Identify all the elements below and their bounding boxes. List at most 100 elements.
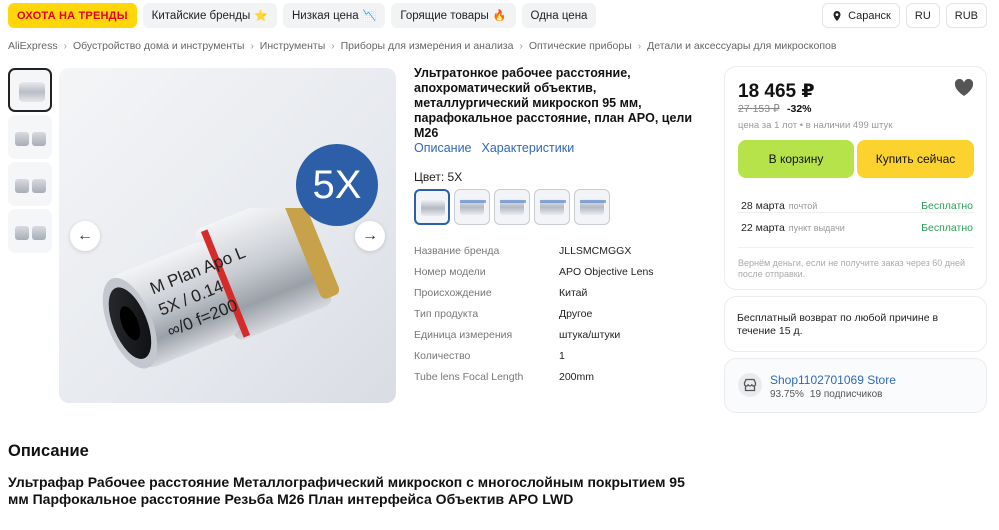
breadcrumb: AliExpress › Обустройство дома и инструме… bbox=[8, 40, 836, 52]
delivery-method: пункт выдачи bbox=[788, 223, 845, 233]
breadcrumb-item[interactable]: AliExpress bbox=[8, 40, 58, 52]
old-price: 27 153 ₽ bbox=[738, 103, 780, 115]
add-to-cart-button[interactable]: В корзину bbox=[738, 140, 854, 178]
divider bbox=[738, 212, 974, 213]
main-product-image[interactable]: M Plan Apo L 5X / 0.14 ∞/0 f=200 5X ← → bbox=[59, 68, 396, 403]
delivery-row: 22 марта пункт выдачи Бесплатно bbox=[741, 222, 973, 234]
heart-icon[interactable] bbox=[954, 79, 974, 97]
spec-row: Количество 1 bbox=[414, 345, 654, 366]
city-label: Саранск bbox=[848, 9, 891, 22]
color-swatch[interactable] bbox=[454, 189, 490, 225]
magnification-badge: 5X bbox=[296, 144, 378, 226]
promo-trends[interactable]: ОХОТА НА ТРЕНДЫ bbox=[8, 3, 137, 28]
spec-key: Tube lens Focal Length bbox=[414, 370, 524, 383]
delivery-method: почтой bbox=[788, 201, 818, 211]
breadcrumb-item[interactable]: Детали и аксессуары для микроскопов bbox=[647, 40, 836, 52]
specs-link[interactable]: Характеристики bbox=[482, 141, 575, 155]
store-icon bbox=[738, 373, 762, 397]
arrow-left-icon[interactable]: ← bbox=[70, 221, 100, 251]
spec-row: Происхождение Китай bbox=[414, 282, 654, 303]
spec-row: Тип продукта Другое bbox=[414, 303, 654, 324]
chevron-right-icon: › bbox=[250, 40, 254, 52]
breadcrumb-item[interactable]: Приборы для измерения и анализа bbox=[341, 40, 514, 52]
color-label: Цвет: 5X bbox=[414, 170, 463, 184]
store-stats: 93.75% 19 подписчиков bbox=[770, 389, 882, 400]
breadcrumb-item[interactable]: Инструменты bbox=[260, 40, 325, 52]
spec-key: Количество bbox=[414, 349, 471, 362]
refund-note: Вернём деньги, если не получите заказ че… bbox=[738, 258, 966, 279]
arrow-right-icon[interactable]: → bbox=[355, 221, 385, 251]
store-rating: 93.75% bbox=[770, 389, 804, 400]
chevron-right-icon: › bbox=[331, 40, 335, 52]
delivery-row: 28 марта почтой Бесплатно bbox=[741, 200, 973, 212]
description-heading: Описание bbox=[8, 442, 89, 460]
spec-row: Tube lens Focal Length 200mm bbox=[414, 366, 654, 387]
spec-row: Номер модели APO Objective Lens bbox=[414, 261, 654, 282]
spec-row: Единица измерения штука/штуки bbox=[414, 324, 654, 345]
promo-hot-items[interactable]: Горящие товары 🔥 bbox=[391, 3, 516, 28]
objective-lens-image: M Plan Apo L 5X / 0.14 ∞/0 f=200 bbox=[102, 208, 339, 369]
chevron-right-icon: › bbox=[63, 40, 67, 52]
spec-value: Другое bbox=[559, 307, 593, 320]
return-policy-card: Бесплатный возврат по любой причине в те… bbox=[724, 296, 987, 352]
promo-label: Китайские бренды bbox=[151, 9, 251, 22]
store-subscribers: 19 подписчиков bbox=[809, 389, 883, 400]
specs-table: Название бренда JLLSMCMGGX Номер модели AP… bbox=[414, 240, 654, 387]
description-text: Ультрафар Рабочее расстояние Металлограф… bbox=[8, 474, 685, 507]
buy-now-button[interactable]: Купить сейчас bbox=[857, 140, 974, 178]
thumbnail[interactable] bbox=[8, 209, 52, 253]
spec-value: APO Objective Lens bbox=[559, 265, 654, 278]
buy-box: 18 465 ₽ 27 153 ₽ -32% цена за 1 лот • в… bbox=[724, 66, 987, 290]
breadcrumb-item[interactable]: Обустройство дома и инструменты bbox=[73, 40, 244, 52]
thumbnail[interactable] bbox=[8, 162, 52, 206]
promo-label: ОХОТА НА ТРЕНДЫ bbox=[17, 9, 128, 22]
spec-row: Название бренда JLLSMCMGGX bbox=[414, 240, 654, 261]
spec-key: Номер модели bbox=[414, 265, 486, 278]
promo-one-price[interactable]: Одна цена bbox=[521, 3, 597, 28]
spec-key: Название бренда bbox=[414, 244, 500, 257]
spec-value: 1 bbox=[559, 349, 565, 362]
spec-value: JLLSMCMGGX bbox=[559, 244, 632, 257]
promo-low-price[interactable]: Низкая цена 📉 bbox=[282, 3, 386, 28]
product-links: Описание Характеристики bbox=[414, 141, 574, 155]
spec-value: штука/штуки bbox=[559, 328, 621, 341]
promo-chinese-brands[interactable]: Китайские бренды ⭐ bbox=[142, 3, 277, 28]
breadcrumb-item[interactable]: Оптические приборы bbox=[529, 40, 632, 52]
delivery-date: 28 марта bbox=[741, 200, 785, 212]
spec-key: Единица измерения bbox=[414, 328, 513, 341]
color-swatch[interactable] bbox=[414, 189, 450, 225]
thumbnail-list bbox=[8, 68, 54, 256]
delivery-cost: Бесплатно bbox=[921, 200, 973, 212]
promo-label: Одна цена bbox=[530, 9, 588, 22]
spec-value: 200mm bbox=[559, 370, 595, 383]
spec-value: Китай bbox=[559, 286, 588, 299]
locale-controls: Саранск RU RUB bbox=[822, 3, 987, 28]
city-button[interactable]: Саранск bbox=[822, 3, 900, 28]
store-name[interactable]: Shop1102701069 Store bbox=[770, 373, 896, 387]
store-card[interactable]: Shop1102701069 Store 93.75% 19 подписчико… bbox=[724, 358, 987, 413]
price: 18 465 ₽ bbox=[738, 81, 815, 102]
color-swatch[interactable] bbox=[534, 189, 570, 225]
thumbnail[interactable] bbox=[8, 115, 52, 159]
delivery-date: 22 марта bbox=[741, 222, 785, 234]
price-info: цена за 1 лот • в наличии 499 штук bbox=[738, 120, 893, 131]
discount-badge: -32% bbox=[787, 103, 812, 115]
thumbnail[interactable] bbox=[8, 68, 52, 112]
chevron-right-icon: › bbox=[637, 40, 642, 52]
star-icon: ⭐ bbox=[254, 10, 268, 22]
color-swatches bbox=[414, 189, 610, 225]
chevron-right-icon: › bbox=[519, 40, 523, 52]
description-link[interactable]: Описание bbox=[414, 141, 472, 155]
color-swatch[interactable] bbox=[574, 189, 610, 225]
divider bbox=[738, 247, 974, 248]
delivery-cost: Бесплатно bbox=[921, 222, 973, 234]
color-swatch[interactable] bbox=[494, 189, 530, 225]
promo-label: Горящие товары bbox=[400, 9, 489, 22]
location-pin-icon bbox=[833, 10, 841, 21]
spec-key: Происхождение bbox=[414, 286, 492, 299]
promo-label: Низкая цена bbox=[291, 9, 359, 22]
currency-button[interactable]: RUB bbox=[945, 3, 987, 28]
spec-key: Тип продукта bbox=[414, 307, 479, 320]
language-button[interactable]: RU bbox=[905, 3, 940, 28]
promo-bar: ОХОТА НА ТРЕНДЫ Китайские бренды ⭐ Низкая… bbox=[8, 3, 597, 28]
